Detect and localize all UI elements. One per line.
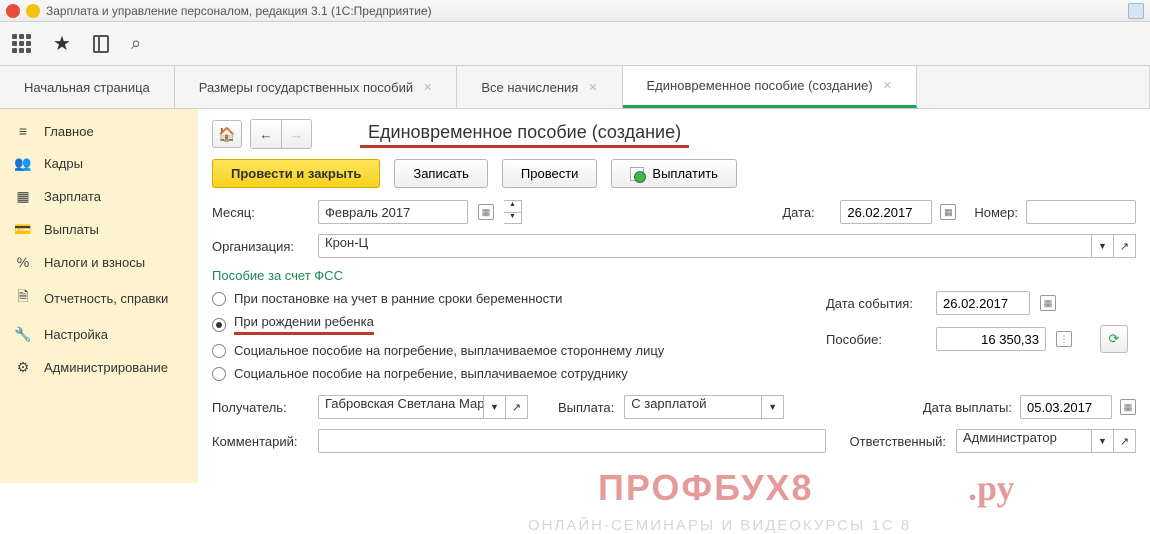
number-label: Номер:	[974, 205, 1018, 220]
refresh-button[interactable]: ⟳	[1100, 325, 1128, 353]
wallet-icon: 💳	[14, 221, 32, 238]
tab-all-accruals[interactable]: Все начисления✕	[457, 66, 622, 108]
recipient-input[interactable]: Габровская Светлана Марк	[318, 395, 484, 419]
recipient-label: Получатель:	[212, 400, 308, 415]
dropdown-icon[interactable]: ▼	[484, 395, 506, 419]
close-icon[interactable]: ✕	[588, 81, 597, 94]
gear-icon: ⚙	[14, 359, 32, 376]
forward-button[interactable]: →	[281, 120, 311, 148]
event-date-input[interactable]	[936, 291, 1030, 315]
home-button[interactable]: 🏠	[212, 120, 242, 148]
post-and-close-button[interactable]: Провести и закрыть	[212, 159, 380, 188]
radio-icon[interactable]	[212, 367, 226, 381]
window-title: Зарплата и управление персоналом, редакц…	[46, 4, 432, 18]
calendar-icon[interactable]: ▦	[940, 204, 956, 220]
month-stepper[interactable]: ▲▼	[504, 200, 522, 224]
radio-funeral-external[interactable]: Социальное пособие на погребение, выплач…	[212, 343, 826, 358]
sidebar-item-otchetnost[interactable]: 🗎Отчетность, справки	[0, 278, 198, 318]
sidebar-item-main[interactable]: ≡Главное	[0, 115, 198, 147]
open-icon[interactable]: ↗	[1114, 234, 1136, 258]
page-title: Единовременное пособие (создание)	[360, 120, 689, 148]
dropdown-icon[interactable]: ▼	[762, 395, 784, 419]
month-picker-icon[interactable]: ▦	[478, 204, 494, 220]
save-icon[interactable]	[1128, 3, 1144, 19]
payout-date-label: Дата выплаты:	[923, 400, 1012, 415]
radio-childbirth[interactable]: При рождении ребенка	[212, 314, 826, 335]
dropdown-icon[interactable]: ▼	[1092, 429, 1114, 453]
fss-section-title: Пособие за счет ФСС	[212, 268, 1136, 283]
dropdown-icon[interactable]	[26, 4, 40, 18]
search-icon[interactable]: ⌕	[131, 33, 141, 54]
amount-label: Пособие:	[826, 332, 926, 347]
main-toolbar: ★ ⌕	[0, 22, 1150, 66]
calculator-icon[interactable]: ⋮	[1056, 331, 1072, 347]
document-tabs: Начальная страница Размеры государственн…	[0, 66, 1150, 109]
menu-icon: ≡	[14, 123, 32, 139]
pay-icon	[630, 167, 644, 181]
amount-input[interactable]	[936, 327, 1046, 351]
month-label: Месяц:	[212, 205, 308, 220]
radio-icon[interactable]	[212, 292, 226, 306]
report-icon: 🗎	[14, 286, 32, 310]
watermark-text: ПРОФБУХ8	[598, 467, 814, 509]
radio-icon[interactable]	[212, 344, 226, 358]
favorites-icon[interactable]: ★	[53, 31, 71, 56]
panel-toggle-icon[interactable]	[93, 35, 109, 53]
app-icon	[6, 4, 20, 18]
wrench-icon: 🔧	[14, 326, 32, 343]
close-icon[interactable]: ✕	[883, 79, 892, 92]
month-input[interactable]: Февраль 2017	[318, 200, 468, 224]
comment-input[interactable]	[318, 429, 826, 453]
responsible-label: Ответственный:	[850, 434, 946, 449]
percent-icon: %	[14, 254, 32, 270]
post-button[interactable]: Провести	[502, 159, 598, 188]
back-button[interactable]: ←	[251, 120, 281, 148]
radio-funeral-employee[interactable]: Социальное пособие на погребение, выплач…	[212, 366, 826, 381]
table-icon: ▦	[14, 188, 32, 205]
section-sidebar: ≡Главное 👥Кадры ▦Зарплата 💳Выплаты %Нало…	[0, 109, 198, 483]
org-input[interactable]: Крон-Ц	[318, 234, 1092, 258]
org-label: Организация:	[212, 239, 308, 254]
date-label: Дата:	[782, 205, 832, 220]
radio-early-pregnancy[interactable]: При постановке на учет в ранние сроки бе…	[212, 291, 826, 306]
dropdown-icon[interactable]: ▼	[1092, 234, 1114, 258]
responsible-input[interactable]: Администратор	[956, 429, 1092, 453]
date-input[interactable]	[840, 200, 932, 224]
sidebar-item-zarplata[interactable]: ▦Зарплата	[0, 180, 198, 213]
tab-spacer	[917, 66, 1150, 108]
window-titlebar: Зарплата и управление персоналом, редакц…	[0, 0, 1150, 22]
open-icon[interactable]: ↗	[1114, 429, 1136, 453]
comment-label: Комментарий:	[212, 434, 308, 449]
watermark-subtext: ОНЛАЙН-СЕМИНАРЫ И ВИДЕОКУРСЫ 1С 8	[528, 517, 911, 534]
tab-onetime-allowance[interactable]: Единовременное пособие (создание)✕	[623, 66, 917, 108]
save-button[interactable]: Записать	[394, 159, 488, 188]
tab-home[interactable]: Начальная страница	[0, 66, 175, 108]
payout-label: Выплата:	[558, 400, 614, 415]
close-icon[interactable]: ✕	[423, 81, 432, 94]
main-panel: 🏠 ← → Единовременное пособие (создание) …	[198, 109, 1150, 483]
event-date-label: Дата события:	[826, 296, 926, 311]
watermark-text: .ру	[968, 467, 1015, 509]
calendar-icon[interactable]: ▦	[1120, 399, 1136, 415]
pay-button[interactable]: Выплатить	[611, 159, 737, 188]
payout-date-input[interactable]	[1020, 395, 1112, 419]
radio-icon[interactable]	[212, 318, 226, 332]
sidebar-item-nalogi[interactable]: %Налоги и взносы	[0, 246, 198, 278]
open-icon[interactable]: ↗	[506, 395, 528, 419]
number-input[interactable]	[1026, 200, 1136, 224]
people-icon: 👥	[14, 155, 32, 172]
sidebar-item-admin[interactable]: ⚙Администрирование	[0, 351, 198, 384]
sidebar-item-nastroyka[interactable]: 🔧Настройка	[0, 318, 198, 351]
tab-allowance-sizes[interactable]: Размеры государственных пособий✕	[175, 66, 458, 108]
apps-grid-icon[interactable]	[12, 34, 31, 53]
sidebar-item-kadry[interactable]: 👥Кадры	[0, 147, 198, 180]
calendar-icon[interactable]: ▦	[1040, 295, 1056, 311]
nav-history: ← →	[250, 119, 312, 149]
payout-input[interactable]: С зарплатой	[624, 395, 762, 419]
sidebar-item-vyplaty[interactable]: 💳Выплаты	[0, 213, 198, 246]
